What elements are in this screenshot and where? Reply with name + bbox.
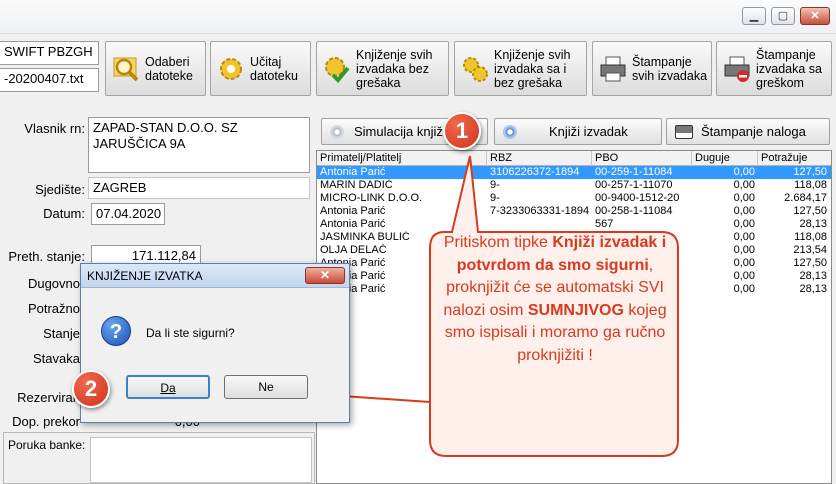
- callout-text-bold2: SUMNJIVOG: [527, 301, 624, 319]
- step-badge-1: 1: [443, 112, 481, 150]
- dialog-titlebar: KNJIŽENJE IZVATKA ✕: [81, 264, 349, 288]
- callout-text-part1: Pritiskom tipke: [443, 234, 553, 251]
- dialog-yes-button[interactable]: Da: [126, 375, 210, 399]
- dialog-close-button[interactable]: ✕: [305, 267, 345, 284]
- dialog-question: Da li ste sigurni?: [146, 326, 235, 340]
- dialog-no-button[interactable]: Ne: [224, 375, 308, 399]
- question-icon: ?: [101, 316, 131, 346]
- step-badge-2: 2: [72, 370, 110, 408]
- confirm-dialog: KNJIŽENJE IZVATKA ✕ ? Da li ste sigurni?…: [80, 263, 350, 423]
- dialog-title: KNJIŽENJE IZVATKA: [87, 269, 203, 283]
- callout-text: Pritiskom tipke Knjiži izvadak i potvrdo…: [440, 232, 670, 367]
